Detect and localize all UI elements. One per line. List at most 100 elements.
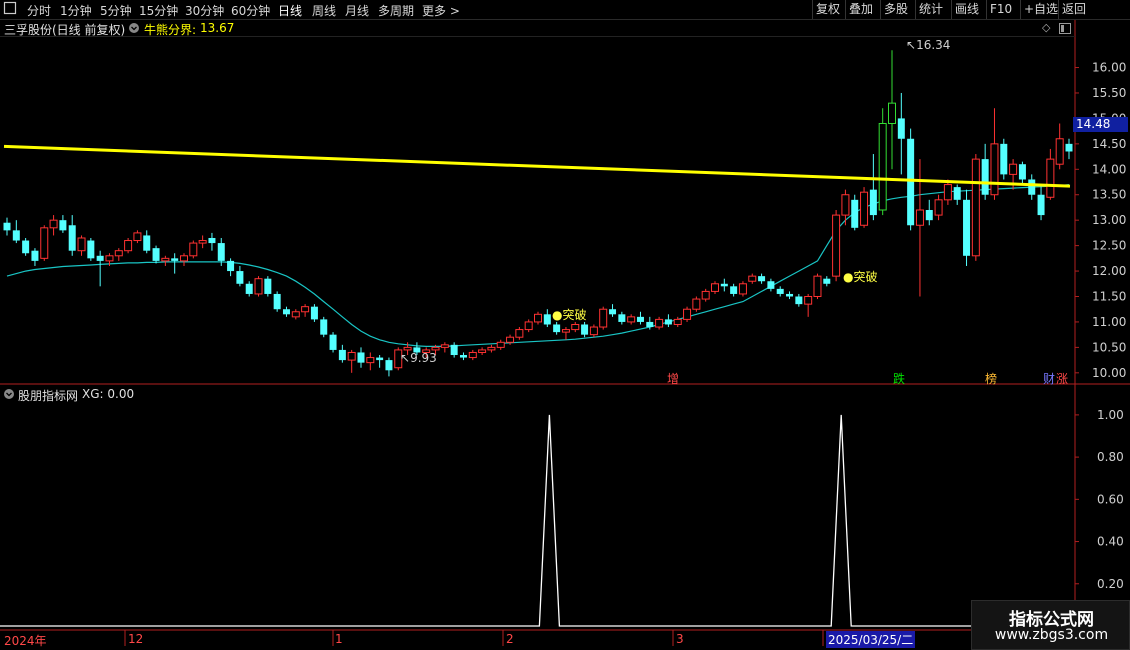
panel-window-icon[interactable]: [1059, 23, 1071, 37]
candle-body: [114, 250, 123, 257]
candle-body: [124, 240, 133, 252]
candle-body: [664, 319, 672, 325]
y-tick-label: 12.50: [1092, 239, 1126, 253]
signal-dot-icon: ●: [552, 308, 563, 322]
bull-bear-label: 牛熊分界:: [144, 23, 197, 37]
candle-body: [925, 210, 933, 221]
candle-body: [366, 357, 375, 364]
candle-body: [208, 237, 216, 244]
sub-panel-title: 股朋指标网: [18, 389, 79, 403]
event-tag-zeng[interactable]: 增: [667, 370, 679, 387]
candle-body: [720, 283, 728, 287]
candle-body: [77, 237, 86, 252]
candle-body: [1018, 164, 1026, 180]
candle-body: [468, 351, 477, 359]
bull-bear-value: 13.67: [200, 21, 235, 35]
candle-body: [245, 283, 253, 294]
candle-body: [851, 199, 859, 228]
breakout-label-2: 突破: [853, 270, 878, 284]
sub-y-tick-label: 0.20: [1097, 577, 1124, 591]
xg-value-label: XG: 0.00: [82, 387, 135, 401]
candle-body: [786, 293, 794, 297]
sub-indicator-toggle-icon[interactable]: [3, 388, 15, 403]
indicator-toggle-icon[interactable]: [128, 22, 140, 37]
candle-body: [571, 323, 580, 331]
y-tick-label: 14.50: [1092, 137, 1126, 151]
candle-body: [180, 255, 188, 262]
candle-body: [68, 225, 76, 251]
candle-body: [478, 349, 487, 353]
candle-body: [376, 357, 384, 361]
candle-body: [981, 159, 989, 195]
candle-body: [711, 283, 719, 292]
candle-body: [990, 143, 999, 196]
breakout-label-1: 突破: [562, 308, 587, 322]
candle-body: [589, 326, 598, 336]
y-tick-label: 13.00: [1092, 213, 1126, 227]
candle-body: [795, 296, 803, 305]
candle-body: [403, 346, 412, 351]
arrow-icon: ↖: [906, 38, 917, 52]
candle-body: [683, 308, 692, 320]
candle-body: [59, 220, 67, 231]
candle-body: [1046, 158, 1055, 198]
main-panel-header: 三孚股份(日线 前复权) 牛熊分界: 13.67 ◇: [0, 20, 1075, 37]
candle-body: [105, 255, 114, 262]
candle-body: [338, 349, 346, 361]
candle-body: [767, 281, 775, 289]
candle-body: [198, 240, 207, 244]
y-tick-label: 11.00: [1092, 315, 1126, 329]
candle-body: [841, 194, 850, 216]
x-label-feb: 2: [506, 632, 514, 646]
candle-body: [963, 199, 971, 256]
candle-body: [273, 293, 281, 310]
candle-body: [738, 283, 747, 295]
candle-body: [1009, 163, 1018, 175]
candle-body: [543, 314, 551, 325]
candle-body: [12, 230, 20, 241]
high-marker: ↖16.34: [906, 38, 950, 52]
candle-body: [934, 199, 943, 216]
diamond-icon[interactable]: ◇: [1042, 21, 1050, 34]
candle-body: [161, 257, 170, 262]
x-label-dec: 12: [128, 632, 144, 646]
candle-body: [730, 286, 738, 294]
candle-body: [627, 316, 636, 323]
kline-chart[interactable]: 10.0010.5011.0011.5012.0012.5013.0013.50…: [0, 0, 1130, 650]
candle-body: [609, 309, 617, 315]
y-tick-label: 13.50: [1092, 188, 1126, 202]
signal-dot-icon: ●: [843, 270, 854, 284]
candle-body: [888, 102, 896, 124]
candle-body: [897, 118, 905, 139]
event-tag-die[interactable]: 跌: [893, 370, 905, 387]
high-price-label: 16.34: [916, 38, 951, 52]
candle-body: [310, 306, 318, 320]
breakout-signal-2: ●突破: [843, 268, 878, 285]
candle-body: [431, 346, 440, 351]
event-tag-bang[interactable]: 榜: [985, 370, 997, 387]
candle-body: [534, 313, 542, 323]
candle-body: [22, 240, 30, 254]
event-tag-zhang[interactable]: 涨: [1056, 370, 1068, 387]
candle-body: [40, 227, 49, 259]
candle-body: [636, 316, 644, 322]
x-label-jan: 1: [335, 632, 343, 646]
event-tag-cai[interactable]: 财: [1043, 370, 1055, 387]
candle-body: [524, 321, 533, 331]
candle-body: [701, 290, 710, 300]
y-tick-label: 10.00: [1092, 366, 1126, 380]
candle-body: [1000, 143, 1008, 175]
candle-body: [227, 260, 235, 272]
y-tick-label: 14.00: [1092, 162, 1126, 176]
candle-body: [236, 271, 244, 284]
candle-body: [1065, 143, 1073, 152]
candle-body: [496, 341, 505, 348]
watermark-logo: 指标公式网 www.zbgs3.com: [971, 600, 1130, 650]
y-tick-label: 15.50: [1092, 86, 1126, 100]
candle-body: [869, 189, 877, 216]
candle-body: [87, 240, 95, 259]
low-marker: ↖9.93: [400, 351, 437, 365]
candle-body: [860, 191, 869, 226]
candle-body: [758, 276, 766, 282]
candle-body: [347, 351, 356, 361]
